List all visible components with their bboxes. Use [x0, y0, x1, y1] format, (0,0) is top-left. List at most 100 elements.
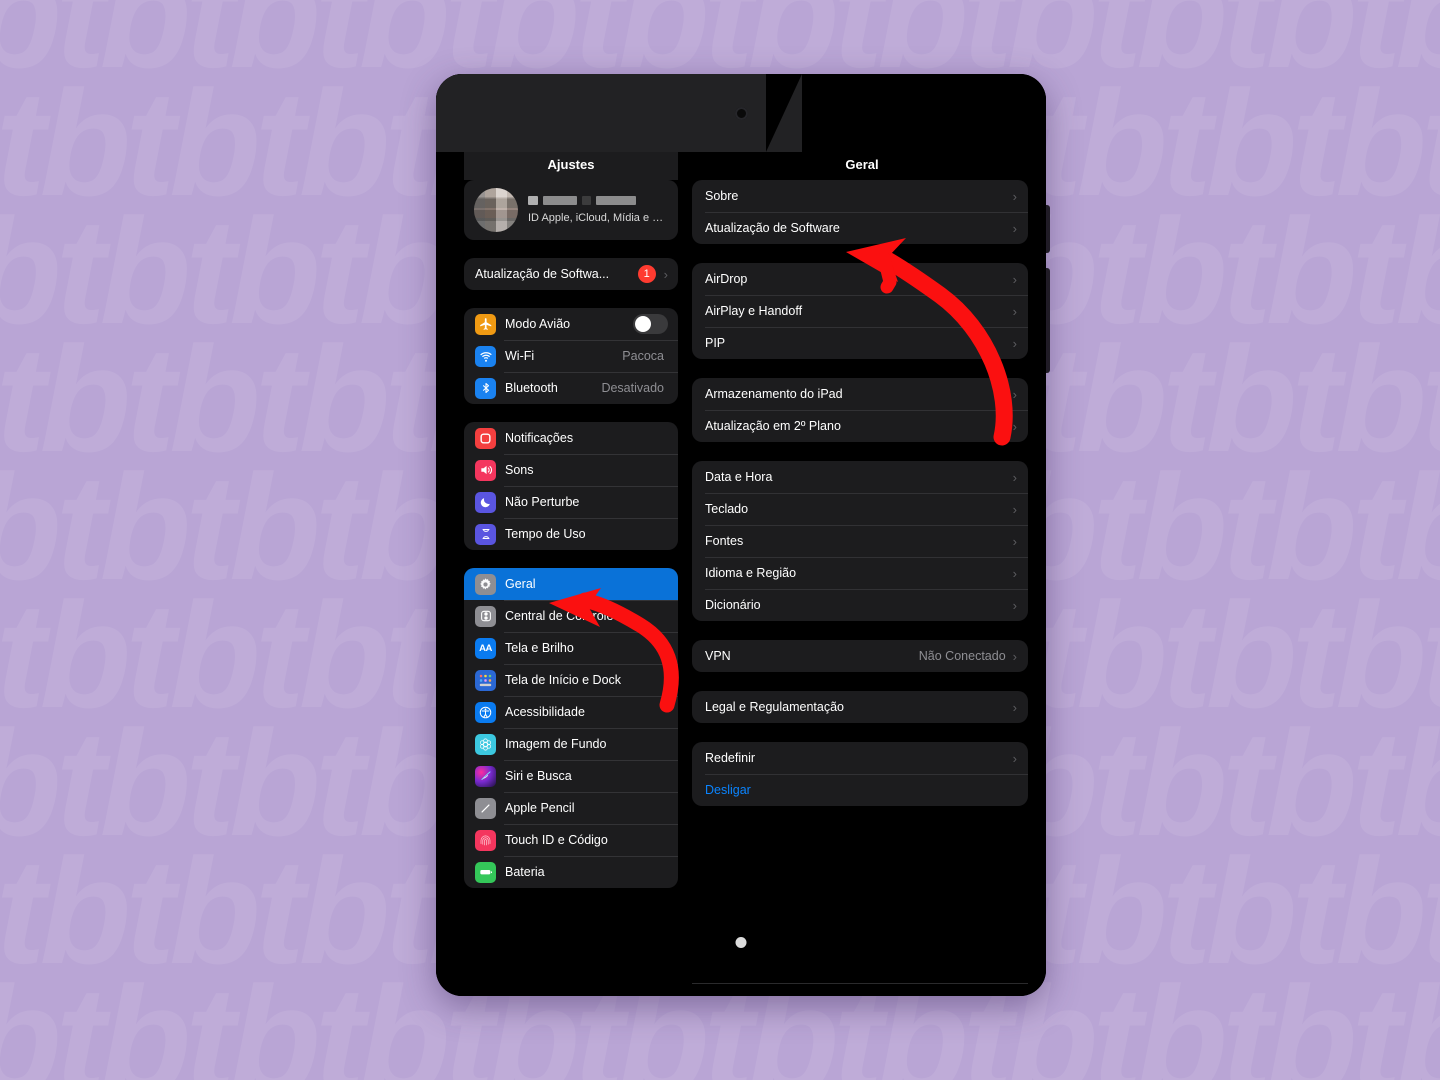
sidebar-item-label: Siri e Busca — [505, 769, 572, 783]
sidebar-item-geral[interactable]: Geral — [464, 568, 678, 600]
detail-item-dicionario[interactable]: Dicionário › — [692, 589, 1028, 621]
detail-item-atualizacao-de-software[interactable]: Atualização de Software › — [692, 212, 1028, 244]
detail-item-airdrop[interactable]: AirDrop › — [692, 263, 1028, 295]
detail-item-label: Dicionário — [705, 598, 761, 612]
sidebar-item-nao-perturbe[interactable]: Não Perturbe — [464, 486, 678, 518]
detail-item-label: Data e Hora — [705, 470, 773, 484]
status-badge: 1 — [637, 265, 656, 283]
detail-item-label: Teclado — [705, 502, 749, 516]
detail-item-desligar[interactable]: Desligar — [692, 774, 1028, 806]
chevron-right-icon: › — [1012, 648, 1017, 664]
chevron-right-icon: › — [1012, 565, 1017, 581]
sidebar-item-label: Modo Avião — [505, 317, 571, 331]
chevron-right-icon: › — [663, 266, 668, 282]
sidebar-item-sons[interactable]: Sons — [464, 454, 678, 486]
ipad-device-frame: Ajustes ID Apple, iCloud, Mídia e C... A… — [436, 74, 1046, 996]
sidebar-item-label: Wi-Fi — [505, 349, 535, 363]
sidebar-item-label: Central de Controle — [505, 609, 614, 623]
sidebar-item-acessibilidade[interactable]: Acessibilidade — [464, 696, 678, 728]
sidebar-item-wifi[interactable]: Wi-Fi Pacoca — [464, 340, 678, 372]
detail-item-label: Sobre — [705, 189, 739, 203]
chevron-right-icon: › — [1012, 597, 1017, 613]
notifications-icon — [475, 427, 496, 449]
sidebar-item-label: Touch ID e Código — [505, 833, 608, 847]
chevron-right-icon: › — [1012, 271, 1017, 287]
detail-item-label: Legal e Regulamentação — [705, 700, 844, 714]
sidebar-item-apple-pencil[interactable]: Apple Pencil — [464, 792, 678, 824]
sidebar-item-software-update[interactable]: Atualização de Softwa... 1 › — [464, 258, 678, 290]
detail-item-pip[interactable]: PIP › — [692, 327, 1028, 359]
chevron-right-icon: › — [1012, 469, 1017, 485]
chevron-right-icon: › — [1012, 750, 1017, 766]
airplane-icon — [475, 313, 496, 335]
sidebar-item-tempo-de-uso[interactable]: Tempo de Uso — [464, 518, 678, 550]
display-brightness-icon: AA — [475, 637, 496, 659]
settings-sidebar: Ajustes ID Apple, iCloud, Mídia e C... A… — [436, 74, 678, 996]
screen-top-overlay — [436, 74, 802, 152]
sidebar-item-notificacoes[interactable]: Notificações — [464, 422, 678, 454]
chevron-right-icon: › — [1012, 303, 1017, 319]
sidebar-item-label: Apple Pencil — [505, 801, 575, 815]
sidebar-group-connectivity: Modo Avião Wi-Fi Pacoca Bluetooth Desati… — [464, 308, 678, 404]
sidebar-item-central-de-controle[interactable]: Central de Controle — [464, 600, 678, 632]
detail-item-vpn[interactable]: VPN Não Conectado › — [692, 640, 1028, 672]
wallpaper-icon — [475, 733, 496, 755]
chevron-right-icon: › — [1012, 699, 1017, 715]
detail-item-redefinir[interactable]: Redefinir › — [692, 742, 1028, 774]
chevron-right-icon: › — [1012, 335, 1017, 351]
account-text: ID Apple, iCloud, Mídia e C... — [528, 196, 668, 224]
camera-dot-icon — [735, 107, 748, 120]
detail-item-legal-e-regulamentacao[interactable]: Legal e Regulamentação › — [692, 691, 1028, 723]
sidebar-item-label: Bateria — [505, 865, 545, 879]
apple-account-row[interactable]: ID Apple, iCloud, Mídia e C... — [464, 180, 678, 240]
redaction-block — [528, 196, 538, 205]
sidebar-item-tela-de-inicio-e-dock[interactable]: Tela de Início e Dock — [464, 664, 678, 696]
sidebar-item-label: Sons — [505, 463, 534, 477]
sidebar-title: Ajustes — [464, 148, 678, 180]
touch-id-icon — [475, 829, 496, 851]
wifi-icon — [475, 345, 496, 367]
sidebar-item-siri-e-busca[interactable]: Siri e Busca — [464, 760, 678, 792]
sidebar-item-label: Tela e Brilho — [505, 641, 574, 655]
apple-pencil-icon — [475, 797, 496, 819]
detail-item-label: Fontes — [705, 534, 744, 548]
gear-icon — [475, 573, 496, 595]
detail-item-armazenamento-do-ipad[interactable]: Armazenamento do iPad › — [692, 378, 1028, 410]
sidebar-item-tela-e-brilho[interactable]: AA Tela e Brilho — [464, 632, 678, 664]
detail-item-data-e-hora[interactable]: Data e Hora › — [692, 461, 1028, 493]
account-subtitle: ID Apple, iCloud, Mídia e C... — [528, 212, 668, 224]
airplane-mode-toggle[interactable] — [633, 314, 668, 334]
sidebar-software-update-group: Atualização de Softwa... 1 › — [464, 258, 678, 290]
sidebar-item-modo-aviao[interactable]: Modo Avião — [464, 308, 678, 340]
sidebar-item-bateria[interactable]: Bateria — [464, 856, 678, 888]
sidebar-item-bluetooth[interactable]: Bluetooth Desativado — [464, 372, 678, 404]
detail-item-label: Desligar — [705, 783, 751, 797]
detail-scroll-area[interactable]: Sobre › Atualização de Software › AirDro… — [692, 180, 1028, 996]
detail-item-label: Armazenamento do iPad — [705, 387, 843, 401]
vpn-status-value: Não Conectado — [918, 649, 1006, 663]
detail-item-fontes[interactable]: Fontes › — [692, 525, 1028, 557]
detail-item-label: AirDrop — [705, 272, 748, 286]
toggle-knob — [635, 316, 651, 332]
sidebar-item-label: Tela de Início e Dock — [505, 673, 622, 687]
sidebar-item-imagem-de-fundo[interactable]: Imagem de Fundo — [464, 728, 678, 760]
sidebar-item-label: Geral — [505, 577, 536, 591]
sidebar-item-label: Não Perturbe — [505, 495, 580, 509]
detail-group-sharing: AirDrop › AirPlay e Handoff › PIP › — [692, 263, 1028, 359]
detail-item-teclado[interactable]: Teclado › — [692, 493, 1028, 525]
detail-item-sobre[interactable]: Sobre › — [692, 180, 1028, 212]
detail-item-idioma-e-regiao[interactable]: Idioma e Região › — [692, 557, 1028, 589]
chevron-right-icon: › — [1012, 533, 1017, 549]
detail-item-airplay-e-handoff[interactable]: AirPlay e Handoff › — [692, 295, 1028, 327]
detail-item-atualizacao-em-2-plano[interactable]: Atualização em 2º Plano › — [692, 410, 1028, 442]
detail-group-vpn: VPN Não Conectado › — [692, 640, 1028, 672]
detail-item-label: VPN — [705, 649, 731, 663]
detail-item-label: Redefinir — [705, 751, 756, 765]
home-indicator-dot — [735, 937, 747, 948]
avatar — [474, 188, 518, 232]
bluetooth-icon — [475, 377, 496, 399]
sidebar-scroll-area[interactable]: ID Apple, iCloud, Mídia e C... Atualizaç… — [464, 180, 678, 996]
home-screen-dock-icon — [475, 669, 496, 691]
sidebar-item-touch-id-e-codigo[interactable]: Touch ID e Código — [464, 824, 678, 856]
detail-group-reset: Redefinir › Desligar — [692, 742, 1028, 806]
